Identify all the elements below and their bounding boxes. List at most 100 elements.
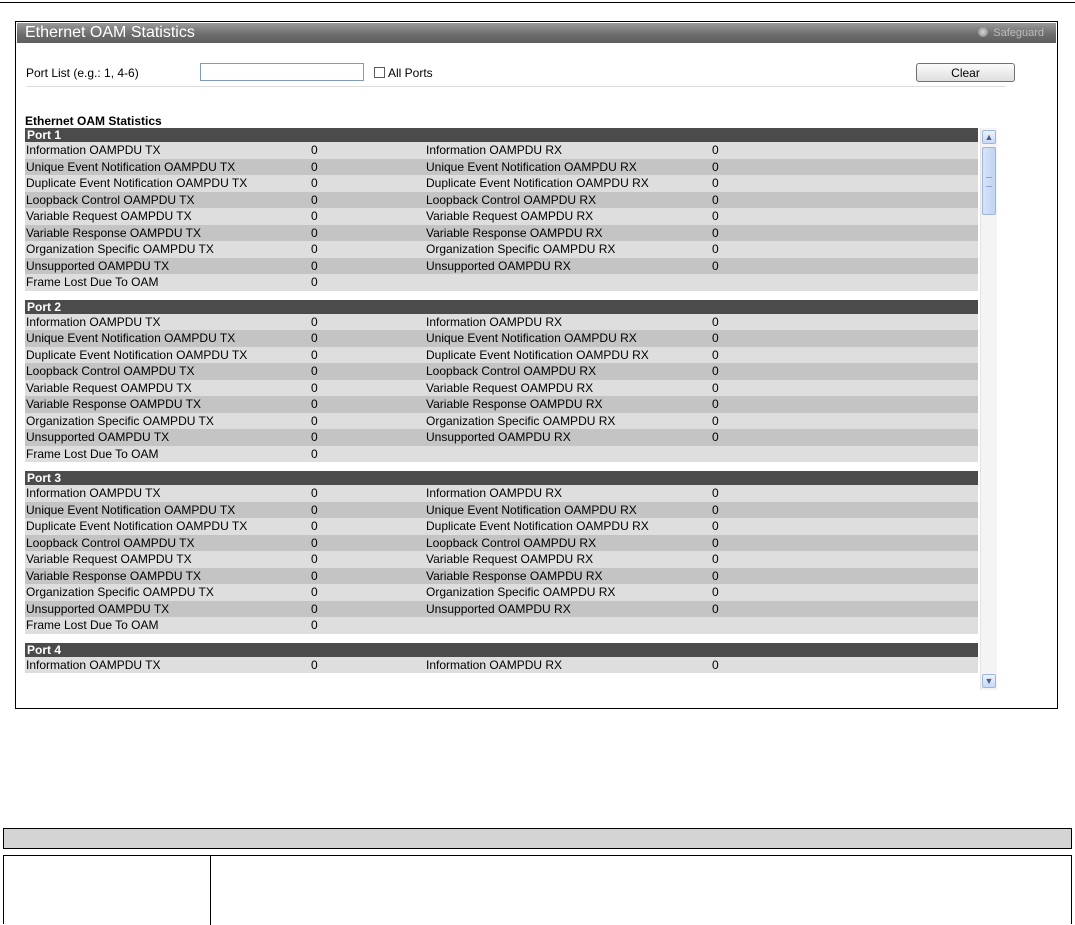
scrollbar-grip bbox=[986, 177, 992, 187]
clear-button[interactable]: Clear bbox=[916, 63, 1015, 82]
scroll-down-arrow-icon[interactable]: ▼ bbox=[982, 674, 996, 688]
top-rule bbox=[0, 2, 1075, 3]
tx-label: Variable Request OAMPDU TX bbox=[26, 380, 192, 395]
rx-value: 0 bbox=[712, 242, 719, 256]
tx-label: Duplicate Event Notification OAMPDU TX bbox=[26, 176, 248, 190]
tx-value: 0 bbox=[311, 430, 318, 444]
rx-label: Information OAMPDU RX bbox=[426, 143, 563, 157]
rx-label: Unique Event Notification OAMPDU RX bbox=[426, 331, 637, 345]
rx-label: Variable Response OAMPDU RX bbox=[426, 397, 603, 411]
tx-label: Information OAMPDU TX bbox=[26, 143, 161, 157]
description-table-body bbox=[3, 855, 1072, 925]
tx-label: Information OAMPDU TX bbox=[26, 314, 161, 329]
rx-value: 0 bbox=[712, 413, 719, 428]
stat-row: Duplicate Event Notification OAMPDU TX 0 D… bbox=[25, 175, 978, 192]
tx-label: Loopback Control OAMPDU TX bbox=[26, 192, 195, 207]
scroll-up-arrow-icon[interactable]: ▲ bbox=[982, 130, 996, 144]
page-title: Ethernet OAM Statistics bbox=[25, 24, 195, 41]
rx-value: 0 bbox=[712, 535, 719, 550]
stat-row: Organization Specific OAMPDU TX 0 Organiza… bbox=[25, 584, 978, 601]
stat-row: Unsupported OAMPDU TX 0 Unsupported OAMPDU… bbox=[25, 429, 978, 446]
tx-value: 0 bbox=[311, 568, 318, 583]
status-dot-icon bbox=[978, 27, 989, 37]
rx-value: 0 bbox=[712, 486, 719, 500]
tx-label: Variable Response OAMPDU TX bbox=[26, 568, 201, 583]
stat-row: Variable Request OAMPDU TX 0 Variable Requ… bbox=[25, 551, 978, 568]
tx-value: 0 bbox=[311, 519, 318, 533]
tx-value: 0 bbox=[311, 364, 318, 378]
port-rows: Information OAMPDU TX 0 Information OAMPDU… bbox=[25, 656, 978, 673]
rx-label: Loopback Control OAMPDU RX bbox=[426, 535, 597, 550]
rx-label: Duplicate Event Notification OAMPDU RX bbox=[426, 176, 649, 190]
scrollbar-thumb[interactable] bbox=[982, 147, 996, 215]
rx-label: Unique Event Notification OAMPDU RX bbox=[426, 159, 637, 174]
rx-value: 0 bbox=[712, 430, 719, 444]
rx-label: Variable Request OAMPDU RX bbox=[426, 209, 594, 223]
tx-value: 0 bbox=[311, 275, 318, 289]
rx-label: Loopback Control OAMPDU RX bbox=[426, 364, 597, 378]
ethernet-oam-statistics-panel: Ethernet OAM Statistics Safeguard Port L… bbox=[15, 21, 1058, 709]
divider bbox=[26, 86, 1006, 87]
tx-label: Loopback Control OAMPDU TX bbox=[26, 535, 195, 550]
tx-value: 0 bbox=[311, 380, 318, 395]
tx-label: Information OAMPDU TX bbox=[26, 486, 161, 500]
port-list-label: Port List (e.g.: 1, 4-6) bbox=[26, 66, 139, 80]
stat-row: Unsupported OAMPDU TX 0 Unsupported OAMPDU… bbox=[25, 600, 978, 617]
tx-value: 0 bbox=[311, 347, 318, 362]
rx-value: 0 bbox=[712, 568, 719, 583]
rx-value: 0 bbox=[712, 397, 719, 411]
rx-value: 0 bbox=[712, 209, 719, 223]
port-header: Port 2 bbox=[25, 299, 978, 314]
rx-label: Variable Response OAMPDU RX bbox=[426, 225, 603, 240]
statistics-list[interactable]: Port 1 Information OAMPDU TX 0 Information … bbox=[25, 128, 978, 690]
tx-value: 0 bbox=[311, 446, 318, 461]
stat-row: Information OAMPDU TX 0 Information OAMPDU… bbox=[25, 656, 978, 673]
port-block: Port 4 Information OAMPDU TX 0 Information … bbox=[25, 642, 978, 673]
port-block: Port 1 Information OAMPDU TX 0 Information … bbox=[25, 128, 978, 291]
tx-label: Variable Request OAMPDU TX bbox=[26, 552, 192, 566]
rx-label: Unique Event Notification OAMPDU RX bbox=[426, 502, 637, 517]
rx-label: Variable Request OAMPDU RX bbox=[426, 380, 594, 395]
tx-value: 0 bbox=[311, 331, 318, 345]
tx-value: 0 bbox=[311, 585, 318, 599]
tx-label: Organization Specific OAMPDU TX bbox=[26, 413, 214, 428]
rx-value: 0 bbox=[712, 159, 719, 174]
rx-label: Information OAMPDU RX bbox=[426, 314, 563, 329]
tx-label: Unique Event Notification OAMPDU TX bbox=[26, 159, 236, 174]
rx-label: Unsupported OAMPDU RX bbox=[426, 601, 571, 616]
tx-value: 0 bbox=[311, 601, 318, 616]
rx-value: 0 bbox=[712, 314, 719, 329]
stat-row: Loopback Control OAMPDU TX 0 Loopback Cont… bbox=[25, 363, 978, 380]
rx-value: 0 bbox=[712, 657, 719, 672]
stat-row: Information OAMPDU TX 0 Information OAMPDU… bbox=[25, 142, 978, 159]
section-title: Ethernet OAM Statistics bbox=[25, 114, 162, 128]
stat-row: Unsupported OAMPDU TX 0 Unsupported OAMPDU… bbox=[25, 257, 978, 274]
tx-label: Unsupported OAMPDU TX bbox=[26, 430, 170, 444]
port-block: Port 2 Information OAMPDU TX 0 Information … bbox=[25, 299, 978, 462]
tx-value: 0 bbox=[311, 486, 318, 500]
rx-value: 0 bbox=[712, 585, 719, 599]
safeguard-label: Safeguard bbox=[993, 27, 1044, 39]
port-list-input[interactable] bbox=[200, 63, 364, 81]
tx-value: 0 bbox=[311, 397, 318, 411]
tx-label: Duplicate Event Notification OAMPDU TX bbox=[26, 347, 248, 362]
tx-value: 0 bbox=[311, 176, 318, 190]
all-ports-checkbox[interactable] bbox=[374, 67, 385, 78]
rx-value: 0 bbox=[712, 502, 719, 517]
rx-value: 0 bbox=[712, 176, 719, 190]
stat-row: Loopback Control OAMPDU TX 0 Loopback Cont… bbox=[25, 534, 978, 551]
stat-row: Unique Event Notification OAMPDU TX 0 Uniq… bbox=[25, 158, 978, 175]
vertical-scrollbar[interactable]: ▲ ▼ bbox=[980, 128, 997, 690]
stat-row: Organization Specific OAMPDU TX 0 Organiza… bbox=[25, 241, 978, 258]
tx-label: Frame Lost Due To OAM bbox=[26, 446, 159, 461]
rx-label: Variable Response OAMPDU RX bbox=[426, 568, 603, 583]
stat-row: Frame Lost Due To OAM 0 bbox=[25, 445, 978, 462]
stat-row: Frame Lost Due To OAM 0 bbox=[25, 617, 978, 634]
tx-label: Frame Lost Due To OAM bbox=[26, 618, 159, 632]
rx-label: Information OAMPDU RX bbox=[426, 657, 563, 672]
rx-label: Information OAMPDU RX bbox=[426, 486, 563, 500]
stat-row: Unique Event Notification OAMPDU TX 0 Uniq… bbox=[25, 330, 978, 347]
tx-label: Variable Request OAMPDU TX bbox=[26, 209, 192, 223]
rx-label: Loopback Control OAMPDU RX bbox=[426, 192, 597, 207]
stat-row: Duplicate Event Notification OAMPDU TX 0 D… bbox=[25, 346, 978, 363]
